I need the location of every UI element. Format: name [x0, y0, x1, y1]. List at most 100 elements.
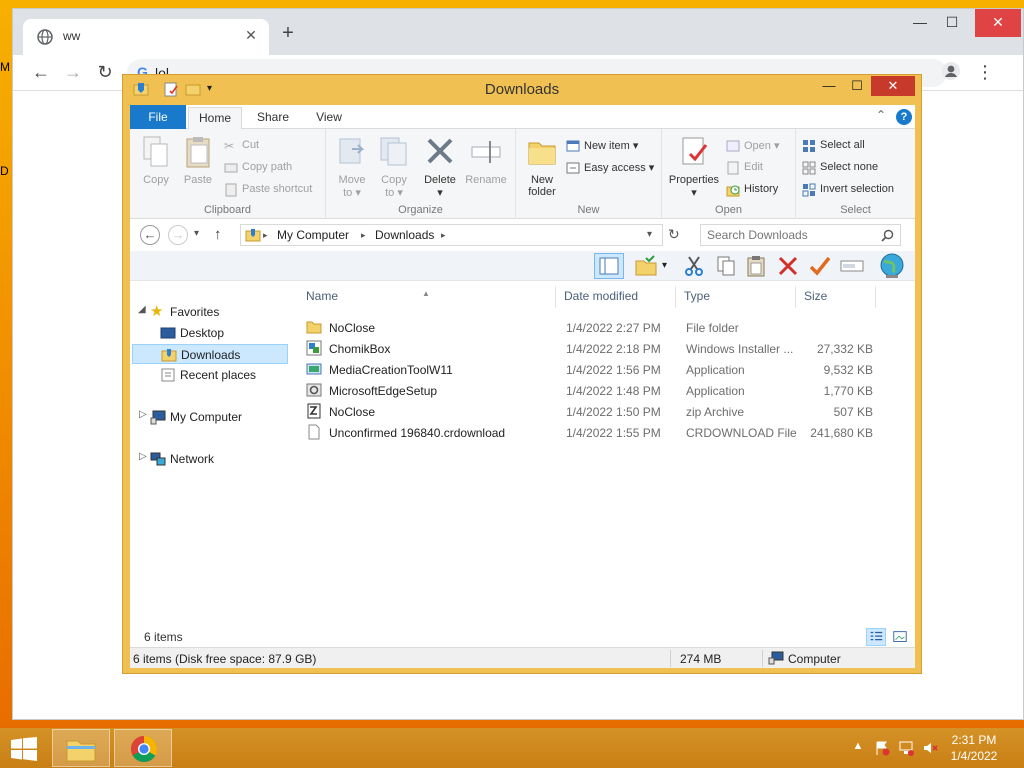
nav-recent-places[interactable]: Recent places: [138, 365, 288, 385]
back-arrow-icon[interactable]: ←: [29, 61, 53, 85]
copy-toolbar-icon[interactable]: [714, 254, 738, 278]
clock-date: 1/4/2022: [950, 749, 998, 763]
chrome-close-button[interactable]: ✕: [975, 9, 1021, 37]
forward-button[interactable]: →: [168, 225, 188, 245]
help-icon[interactable]: ?: [896, 109, 912, 125]
profile-icon[interactable]: [939, 61, 963, 85]
desktop-icon-fragment[interactable]: D: [0, 164, 12, 178]
nav-network[interactable]: ▷ Network: [138, 449, 288, 469]
paste-button[interactable]: Paste: [176, 135, 220, 186]
maximize-button[interactable]: ☐: [843, 76, 871, 96]
paste-label: Paste: [183, 174, 213, 186]
nav-desktop[interactable]: Desktop: [138, 323, 288, 343]
copy-button[interactable]: Copy: [134, 135, 178, 186]
reload-icon[interactable]: ↻: [93, 61, 117, 85]
nav-favorites[interactable]: ◢ ★ Favorites: [138, 302, 288, 322]
tab-file[interactable]: File: [130, 105, 186, 129]
file-size: 507 KB: [833, 405, 873, 419]
refresh-icon[interactable]: ↻: [668, 226, 680, 243]
tab-view[interactable]: View: [302, 107, 356, 129]
globe-network-icon[interactable]: [878, 252, 906, 280]
volume-muted-icon[interactable]: [922, 740, 938, 756]
address-bar: ← → ▾ ↑ ▸ My Computer ▸ Downloads ▸ ▾ ↻: [130, 219, 915, 251]
breadcrumb-my-computer[interactable]: My Computer: [277, 228, 349, 242]
preview-pane-icon[interactable]: [594, 253, 624, 279]
chrome-minimize-button[interactable]: —: [903, 9, 937, 37]
search-box[interactable]: [700, 224, 901, 246]
recent-locations-icon[interactable]: ▾: [194, 228, 199, 239]
tray-overflow-icon[interactable]: ▲: [850, 740, 866, 756]
paste-toolbar-icon[interactable]: [744, 254, 768, 278]
folder-options-icon[interactable]: [634, 254, 658, 278]
file-type: Application: [686, 384, 745, 398]
breadcrumb-separator-icon[interactable]: ▸: [263, 230, 268, 241]
forward-arrow-icon[interactable]: →: [61, 61, 85, 85]
nav-downloads[interactable]: Downloads: [132, 344, 288, 364]
column-header-name[interactable]: Name ▲: [298, 286, 556, 308]
action-center-flag-icon[interactable]: [874, 740, 890, 756]
new-tab-button[interactable]: +: [277, 23, 299, 45]
taskbar-file-explorer[interactable]: [52, 729, 110, 767]
file-row[interactable]: Unconfirmed 196840.crdownload 1/4/2022 1…: [298, 422, 898, 443]
file-row[interactable]: NoClose 1/4/2022 1:50 PM zip Archive 507…: [298, 401, 898, 422]
rename-button[interactable]: Rename: [464, 135, 508, 186]
checkmark-properties-icon[interactable]: [808, 254, 832, 278]
collapse-ribbon-icon[interactable]: ⌃: [876, 108, 886, 122]
file-date: 1/4/2022 1:56 PM: [566, 363, 661, 377]
search-input[interactable]: [707, 228, 877, 242]
file-row[interactable]: NoClose 1/4/2022 2:27 PM File folder: [298, 317, 898, 338]
large-icons-view-icon[interactable]: [890, 628, 910, 646]
breadcrumb-separator-icon[interactable]: ▸: [441, 230, 446, 241]
delete-toolbar-icon[interactable]: [776, 254, 800, 278]
delete-button[interactable]: Delete ▾: [418, 135, 462, 199]
back-button[interactable]: ←: [140, 225, 160, 245]
rename-toolbar-icon[interactable]: [840, 254, 864, 278]
network-tray-icon[interactable]: [898, 740, 914, 756]
search-icon[interactable]: [881, 229, 894, 242]
nav-my-computer[interactable]: ▷ My Computer: [138, 407, 288, 427]
file-row[interactable]: MediaCreationToolW11 1/4/2022 1:56 PM Ap…: [298, 359, 898, 380]
setup-icon: [306, 383, 322, 397]
copy-to-button[interactable]: Copy to ▾: [372, 135, 416, 199]
chrome-tab[interactable]: ww ✕: [23, 19, 269, 55]
address-field[interactable]: ▸ My Computer ▸ Downloads ▸ ▾: [240, 224, 663, 246]
collapsed-arrow-icon[interactable]: ▷: [139, 409, 147, 420]
windows-start-icon[interactable]: [10, 737, 38, 761]
explorer-titlebar[interactable]: ▾ Downloads — ☐ ✕: [123, 75, 921, 103]
column-header-size[interactable]: Size: [796, 286, 876, 308]
column-size-label: Size: [804, 289, 828, 303]
clock[interactable]: 2:31 PM 1/4/2022: [944, 732, 1004, 764]
expanded-arrow-icon[interactable]: ◢: [138, 304, 146, 315]
chrome-maximize-button[interactable]: ☐: [935, 9, 969, 37]
status-separator: [762, 650, 763, 667]
group-select: Select all Select none Invert selection …: [796, 129, 915, 219]
details-view-icon[interactable]: [866, 628, 886, 646]
properties-button[interactable]: Properties ▾: [666, 135, 722, 199]
breadcrumb-separator-icon[interactable]: ▸: [361, 230, 366, 241]
column-header-type[interactable]: Type: [676, 286, 796, 308]
desktop-icon-fragment[interactable]: M: [0, 60, 12, 74]
move-to-button[interactable]: Move to ▾: [330, 135, 374, 199]
breadcrumb-downloads[interactable]: Downloads: [375, 228, 434, 242]
address-history-dropdown-icon[interactable]: ▾: [647, 229, 652, 240]
close-button[interactable]: ✕: [871, 76, 915, 96]
column-header-date[interactable]: Date modified: [556, 286, 676, 308]
file-row[interactable]: ChomikBox 1/4/2022 2:18 PM Windows Insta…: [298, 338, 898, 359]
select-all-icon: [803, 140, 815, 152]
scissors-toolbar-icon[interactable]: [682, 254, 706, 278]
collapsed-arrow-icon[interactable]: ▷: [139, 451, 147, 462]
rename-icon: [471, 141, 501, 163]
file-row[interactable]: MicrosoftEdgeSetup 1/4/2022 1:48 PM Appl…: [298, 380, 898, 401]
minimize-button[interactable]: —: [815, 76, 843, 96]
tab-home[interactable]: Home: [188, 107, 242, 129]
tab-share[interactable]: Share: [246, 107, 300, 129]
file-type: zip Archive: [686, 405, 745, 419]
new-item-icon: [566, 140, 580, 152]
close-tab-icon[interactable]: ✕: [241, 25, 261, 45]
menu-dots-icon[interactable]: ⋮: [973, 61, 997, 85]
up-arrow-icon[interactable]: ↑: [214, 226, 222, 243]
file-date: 1/4/2022 1:50 PM: [566, 405, 661, 419]
explorer-body: File Home Share View ⌃ ? Copy Paste ✂ Cu…: [130, 105, 915, 668]
new-folder-button[interactable]: New folder: [520, 135, 564, 198]
taskbar-chrome[interactable]: [114, 729, 172, 767]
